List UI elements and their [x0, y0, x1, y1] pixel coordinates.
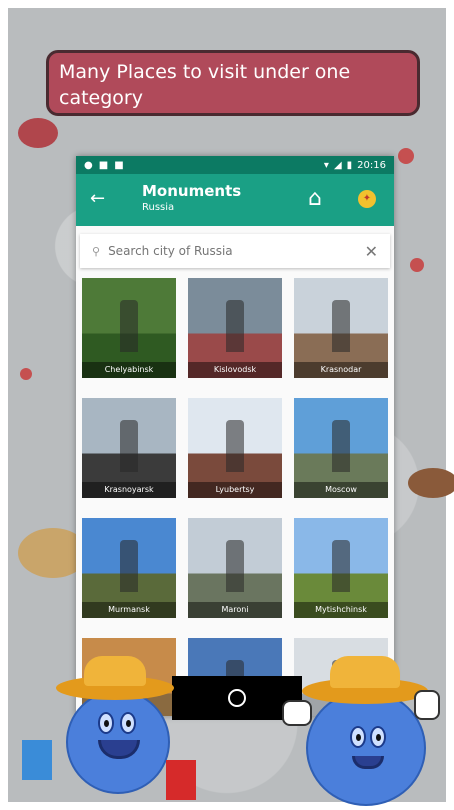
location-icon: ● [84, 159, 93, 171]
monument-photo [120, 420, 138, 472]
status-bar: ● ■ ■ ▾ ◢ ▮ 20:16 [76, 156, 394, 174]
home-icon[interactable]: ⌂ [308, 186, 322, 211]
phone-screen: ● ■ ■ ▾ ◢ ▮ 20:16 ← Monuments Russia ⌂ ✦… [76, 156, 394, 716]
app-bar: ← Monuments Russia ⌂ ✦ [76, 174, 394, 226]
place-label: Lyubertsy [188, 482, 282, 498]
thumbs-up-hand-icon [414, 690, 440, 720]
place-label: Maroni [188, 602, 282, 618]
thumbs-up-hand-icon [282, 700, 312, 726]
place-label: Mytishchinsk [294, 602, 388, 618]
search-input[interactable] [106, 243, 365, 259]
place-label: Krasnodar [294, 362, 388, 378]
monument-photo [120, 300, 138, 352]
place-tile[interactable]: Kislovodsk [188, 278, 282, 378]
monument-photo [332, 420, 350, 472]
place-label: Krasnoyarsk [82, 482, 176, 498]
place-label: Chelyabinsk [82, 362, 176, 378]
monument-photo [120, 540, 138, 592]
place-tile[interactable]: Chelyabinsk [82, 278, 176, 378]
flower-decoration-3 [20, 368, 32, 380]
place-tile[interactable]: Murmansk [82, 518, 176, 618]
place-tile[interactable]: Krasnoyarsk [82, 398, 176, 498]
place-tile[interactable]: Lyubertsy [188, 398, 282, 498]
place-label: Moscow [294, 482, 388, 498]
mascot-body [306, 690, 426, 806]
place-tile[interactable]: Mytishchinsk [294, 518, 388, 618]
monument-photo [226, 300, 244, 352]
shopping-bag-icon [22, 740, 52, 780]
eye-icon [120, 712, 136, 734]
close-icon[interactable]: ✕ [365, 242, 378, 261]
flower-decoration [398, 148, 414, 164]
search-icon: ⚲ [92, 244, 101, 258]
search-bar[interactable]: ⚲ ✕ [80, 234, 390, 268]
flower-decoration-2 [410, 258, 424, 272]
bird-decoration [18, 118, 58, 148]
banner-text: Many Places to visit under one category [59, 61, 351, 109]
wifi-icon: ▾ [323, 159, 329, 171]
monument-photo [332, 300, 350, 352]
page-subtitle: Russia [142, 202, 175, 213]
monument-photo [226, 420, 244, 472]
place-tile[interactable]: Krasnodar [294, 278, 388, 378]
signal-icon: ◢ [333, 159, 342, 171]
circle-home-icon[interactable] [228, 689, 246, 707]
page-title: Monuments [142, 182, 242, 200]
monument-photo [226, 540, 244, 592]
shopping-bag-icon [166, 760, 196, 800]
promo-banner: Many Places to visit under one category [46, 50, 420, 116]
monument-photo [332, 540, 350, 592]
battery-icon: ▮ [346, 159, 353, 171]
place-label: Kislovodsk [188, 362, 282, 378]
arrow-left-icon[interactable]: ← [90, 188, 105, 209]
eye-icon [350, 726, 366, 748]
image-icon: ■ [114, 159, 124, 171]
bird-decoration-2 [408, 468, 454, 498]
eye-icon [98, 712, 114, 734]
place-label: Murmansk [82, 602, 176, 618]
clock: 20:16 [357, 159, 386, 171]
notification-icon: ■ [98, 159, 109, 171]
badge-icon[interactable]: ✦ [358, 190, 376, 208]
eye-icon [370, 726, 386, 748]
places-grid: Chelyabinsk Kislovodsk Krasnodar Krasnoyars… [82, 278, 388, 716]
hat-top [330, 656, 400, 688]
place-tile[interactable]: Maroni [188, 518, 282, 618]
place-tile[interactable]: Moscow [294, 398, 388, 498]
hat-top [84, 656, 146, 686]
